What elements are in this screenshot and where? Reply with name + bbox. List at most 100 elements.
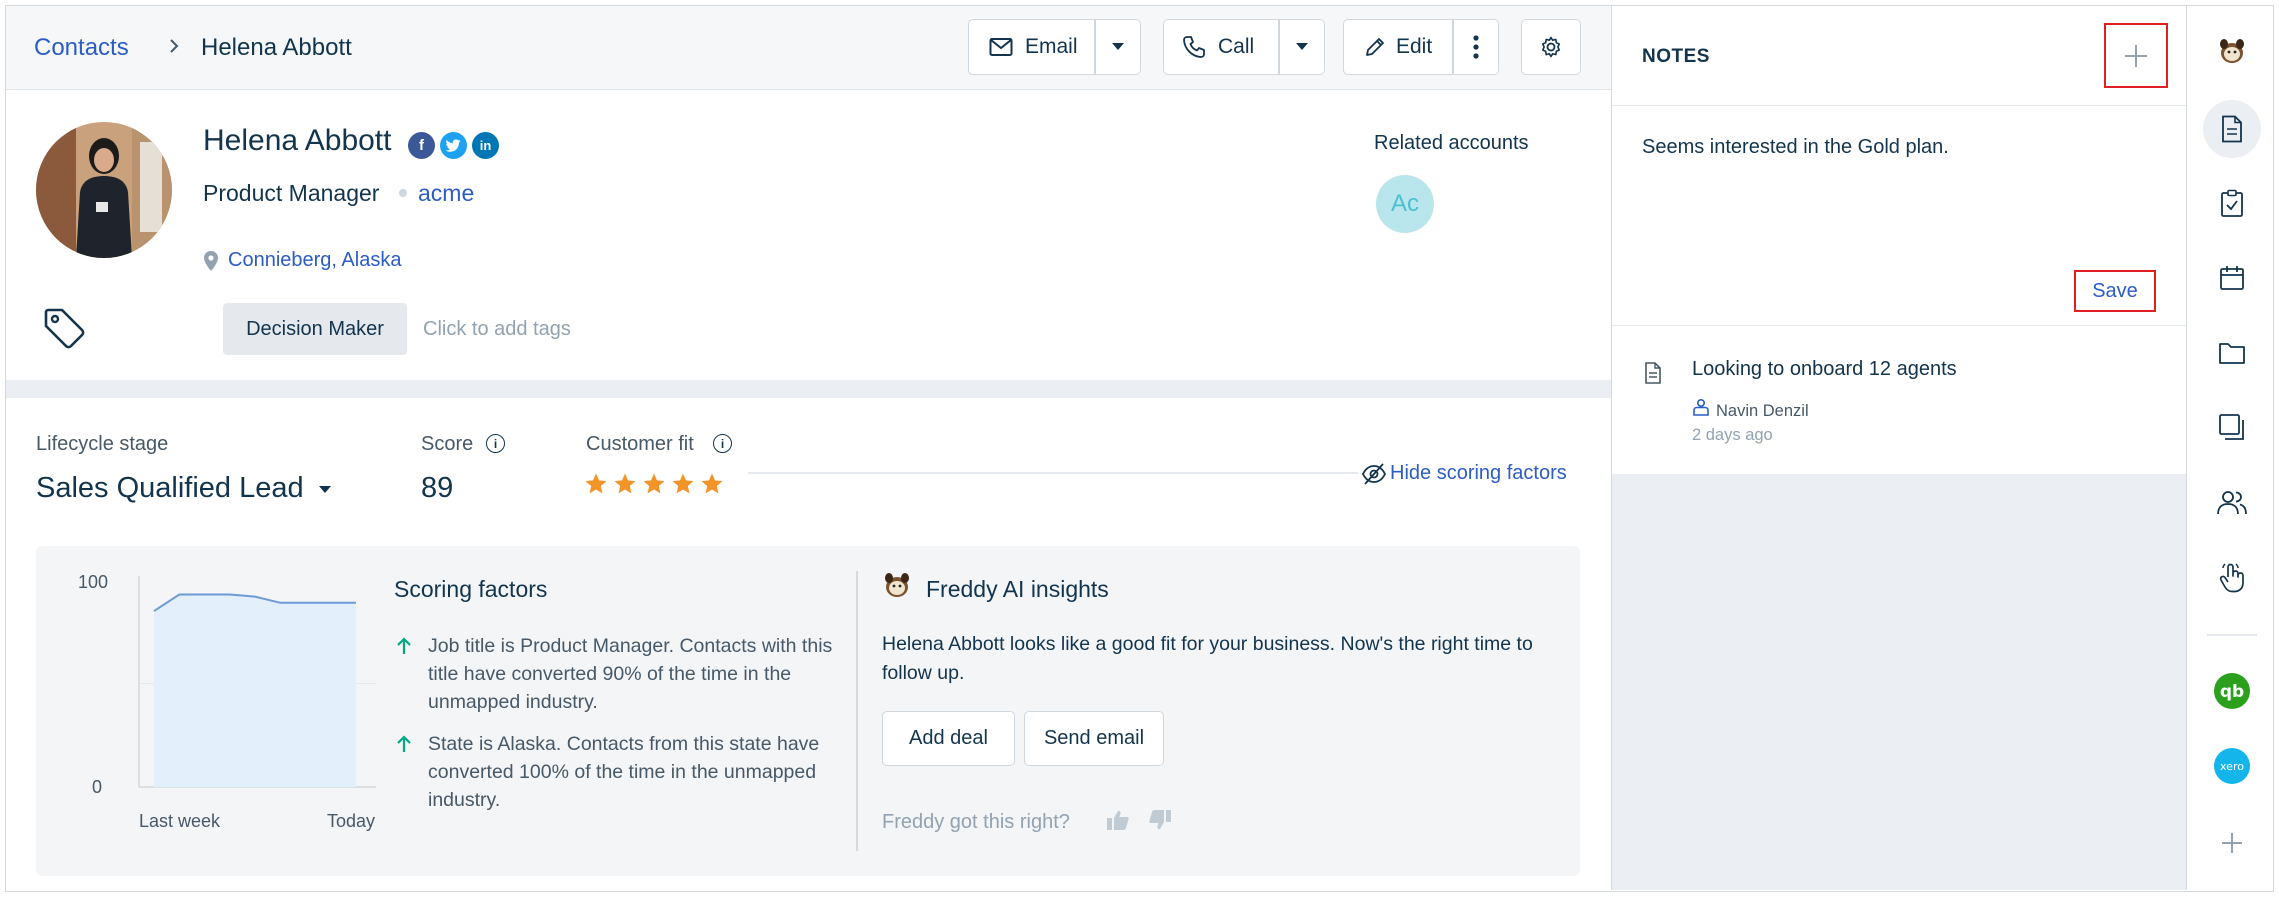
- note-editor[interactable]: Seems interested in the Gold plan. Save: [1612, 106, 2187, 326]
- scoring-factor-text: State is Alaska. Contacts from this stat…: [428, 733, 820, 811]
- facebook-icon[interactable]: f: [408, 132, 435, 159]
- pencil-icon: [1366, 37, 1384, 56]
- star-icon: [701, 473, 723, 494]
- separator-dot: [399, 189, 407, 197]
- thumbs-up-icon[interactable]: [1106, 809, 1130, 831]
- document-icon: [1645, 362, 1661, 384]
- note-title: Looking to onboard 12 agents: [1692, 358, 1957, 380]
- gear-icon: [1542, 36, 1560, 58]
- edit-button-group: Edit: [1343, 19, 1499, 75]
- quickbooks-icon[interactable]: qb: [2205, 664, 2259, 718]
- touch-icon[interactable]: [2205, 551, 2259, 605]
- files-icon[interactable]: [2205, 326, 2259, 380]
- score-label: Score: [421, 433, 474, 455]
- contact-avatar: [36, 122, 172, 258]
- notes-icon[interactable]: [2203, 100, 2261, 158]
- freddy-icon[interactable]: [2205, 24, 2259, 78]
- card-divider: [856, 571, 858, 851]
- add-note-button[interactable]: [2104, 23, 2168, 88]
- hide-scoring-factors-link[interactable]: Hide scoring factors: [1390, 462, 1567, 485]
- divider-line: [748, 472, 1358, 474]
- settings-button[interactable]: [1521, 19, 1581, 75]
- contact-header: Contacts Helena Abbott Email Call Edit: [6, 6, 1611, 90]
- notes-panel: NOTES Seems interested in the Gold plan.…: [1611, 6, 2187, 890]
- freddy-insight-text: Helena Abbott looks like a good fit for …: [882, 633, 1533, 684]
- freddy-icon: [885, 573, 909, 597]
- call-dropdown-button[interactable]: [1280, 20, 1324, 73]
- tag-chip[interactable]: Decision Maker: [223, 303, 407, 355]
- right-rail: qb xero: [2186, 6, 2273, 890]
- more-vertical-icon: [1473, 34, 1479, 59]
- more-actions-button[interactable]: [1454, 20, 1498, 73]
- chart-area-fill: [154, 594, 356, 787]
- email-dropdown-button[interactable]: [1096, 20, 1140, 73]
- scoring-factor-item: Job title is Product Manager. Contacts w…: [396, 632, 836, 716]
- notes-title: NOTES: [1642, 46, 1710, 67]
- chart-x-tick-label: Last week: [139, 811, 221, 831]
- contacts-icon[interactable]: [2205, 476, 2259, 530]
- tasks-icon[interactable]: [2205, 176, 2259, 230]
- save-note-button[interactable]: Save: [2074, 270, 2156, 312]
- lifecycle-stage-value: Sales Qualified Lead: [36, 472, 304, 504]
- svg-text:qb: qb: [2220, 682, 2244, 702]
- info-icon[interactable]: i: [486, 434, 505, 453]
- phone-icon: [1183, 35, 1205, 58]
- score-trend-chart: 100 0 Last week Today: [78, 572, 376, 831]
- calendar-icon[interactable]: [2205, 251, 2259, 305]
- notes-header: NOTES: [1612, 6, 2187, 106]
- chart-y-tick-label: 100: [78, 572, 108, 592]
- call-button-label: Call: [1218, 34, 1255, 58]
- xero-icon[interactable]: xero: [2205, 739, 2259, 793]
- star-icon: [672, 473, 694, 494]
- user-icon: [1693, 398, 1709, 416]
- contact-company-link[interactable]: acme: [418, 180, 474, 207]
- contact-name: Helena Abbott: [203, 124, 392, 157]
- star-icon: [585, 473, 607, 494]
- caret-down-icon: [1112, 43, 1124, 50]
- caret-down-icon: [1296, 43, 1308, 50]
- note-draft-text[interactable]: Seems interested in the Gold plan.: [1642, 136, 1949, 159]
- eye-off-icon: [1361, 463, 1387, 485]
- thumbs-down-icon[interactable]: [1148, 809, 1172, 831]
- add-deal-button[interactable]: Add deal: [882, 711, 1015, 766]
- contact-location-link[interactable]: Connieberg, Alaska: [228, 249, 401, 272]
- chart-x-tick-label: Today: [327, 811, 375, 831]
- lifecycle-stage-dropdown[interactable]: Sales Qualified Lead: [36, 472, 332, 505]
- add-tags-input[interactable]: Click to add tags: [423, 318, 571, 341]
- twitter-icon[interactable]: [440, 132, 467, 159]
- note-timestamp: 2 days ago: [1692, 426, 1773, 444]
- breadcrumb-contacts[interactable]: Contacts: [34, 34, 129, 62]
- copy-icon[interactable]: [2205, 400, 2259, 454]
- tag-icon: [44, 308, 85, 349]
- arrow-up-icon: [397, 637, 411, 654]
- arrow-up-icon: [397, 735, 411, 752]
- note-list-item[interactable]: Looking to onboard 12 agents Navin Denzi…: [1612, 326, 2187, 474]
- plus-icon: [2125, 44, 2147, 67]
- breadcrumb-current: Helena Abbott: [201, 34, 352, 61]
- related-accounts-title: Related accounts: [1374, 132, 1529, 154]
- contact-job-title: Product Manager: [203, 180, 380, 206]
- email-button-label: Email: [1025, 34, 1078, 58]
- app-window: Contacts Helena Abbott Email Call Edit H…: [5, 5, 2274, 892]
- linkedin-icon[interactable]: in: [472, 132, 499, 159]
- info-icon[interactable]: i: [713, 434, 732, 453]
- edit-button[interactable]: Edit: [1344, 20, 1452, 73]
- chevron-right-icon: [170, 39, 179, 53]
- email-button[interactable]: Email: [969, 20, 1094, 73]
- lifecycle-stage-label: Lifecycle stage: [36, 433, 169, 455]
- scoring-factor-item: State is Alaska. Contacts from this stat…: [396, 730, 836, 814]
- rail-divider: [2207, 634, 2257, 636]
- related-account-avatar[interactable]: Ac: [1376, 175, 1434, 233]
- add-app-icon[interactable]: [2205, 816, 2259, 870]
- score-value: 89: [421, 472, 454, 504]
- call-button[interactable]: Call: [1164, 20, 1278, 73]
- send-email-button[interactable]: Send email: [1024, 711, 1164, 766]
- scoring-factor-text: Job title is Product Manager. Contacts w…: [428, 635, 833, 713]
- scoring-factors-title: Scoring factors: [394, 576, 548, 602]
- location-pin-icon: [204, 251, 218, 271]
- star-icon: [614, 473, 636, 494]
- section-divider: [6, 380, 1611, 398]
- svg-text:xero: xero: [2220, 760, 2244, 773]
- freddy-feedback-label: Freddy got this right?: [882, 811, 1070, 833]
- mail-icon: [989, 37, 1013, 56]
